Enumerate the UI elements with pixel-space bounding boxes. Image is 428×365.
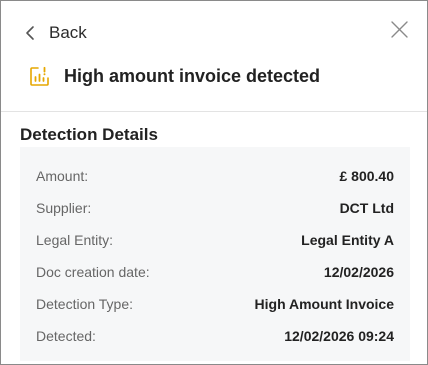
- detail-value: £ 800.40: [339, 168, 395, 184]
- detail-row-detection-type: Detection Type: High Amount Invoice: [36, 288, 394, 320]
- back-button[interactable]: Back: [25, 23, 87, 43]
- detection-panel: Back High amount invoice detected Detect…: [0, 0, 428, 365]
- detail-row-detected: Detected: 12/02/2026 09:24: [36, 320, 394, 352]
- detail-row-doc-creation-date: Doc creation date: 12/02/2026: [36, 256, 394, 288]
- details-card: Amount: £ 800.40 Supplier: DCT Ltd Legal…: [20, 147, 410, 361]
- detail-value: DCT Ltd: [339, 200, 394, 216]
- detail-value: Legal Entity A: [301, 232, 394, 248]
- back-label: Back: [49, 23, 87, 42]
- chevron-left-icon: [25, 25, 35, 41]
- detail-label: Detection Type:: [36, 296, 134, 312]
- detail-label: Amount:: [36, 168, 89, 184]
- detail-row-supplier: Supplier: DCT Ltd: [36, 192, 394, 224]
- detail-value: High Amount Invoice: [254, 296, 394, 312]
- detail-label: Detected:: [36, 328, 96, 344]
- close-icon[interactable]: [390, 20, 409, 39]
- detail-label: Legal Entity:: [36, 232, 114, 248]
- panel-header: Back High amount invoice detected: [1, 1, 427, 111]
- detail-label: Doc creation date:: [36, 264, 150, 280]
- title-row: High amount invoice detected: [29, 66, 320, 87]
- detail-row-amount: Amount: £ 800.40: [36, 160, 394, 192]
- detail-row-legal-entity: Legal Entity: Legal Entity A: [36, 224, 394, 256]
- header-divider: [1, 111, 427, 112]
- page-title: High amount invoice detected: [64, 66, 321, 86]
- detail-label: Supplier:: [36, 200, 92, 216]
- detail-value: 12/02/2026: [323, 264, 394, 280]
- detail-value: 12/02/2026 09:24: [284, 328, 394, 344]
- chart-alert-icon: [29, 66, 50, 87]
- section-title: Detection Details: [20, 125, 158, 144]
